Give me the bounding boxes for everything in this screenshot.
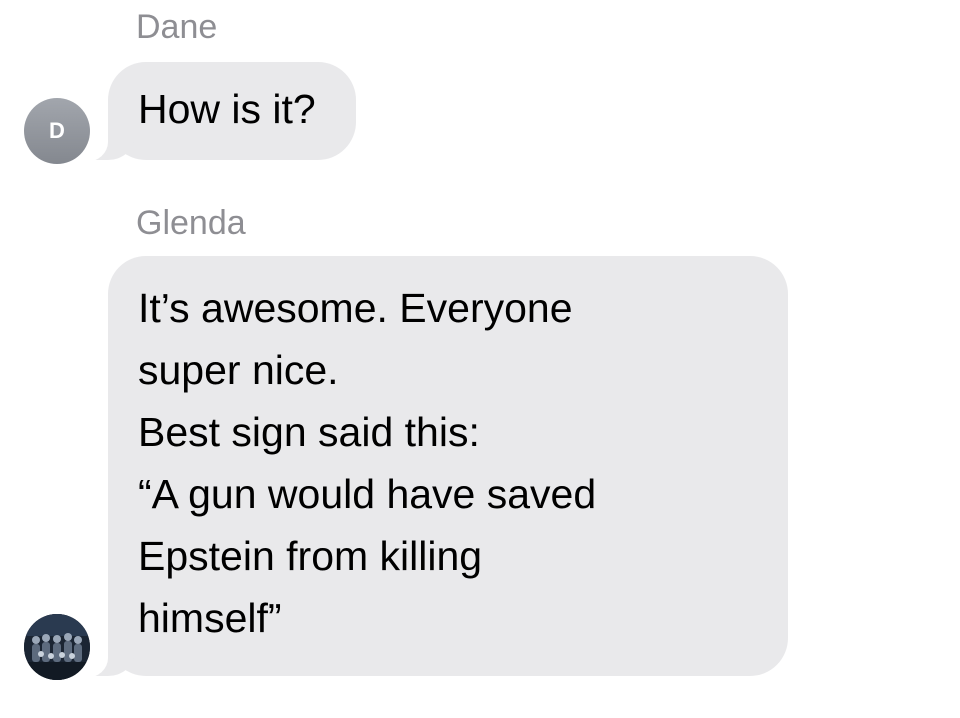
group-photo-icon xyxy=(24,614,90,680)
message-bubble[interactable]: How is it? xyxy=(72,62,356,162)
sender-name: Dane xyxy=(136,8,218,46)
message-text: How is it? xyxy=(138,86,316,132)
message-bubble[interactable]: It’s awesome. Everyone super nice. Best … xyxy=(72,256,788,678)
message-text: It’s awesome. Everyone super nice. Best … xyxy=(138,285,597,641)
message-thread: Dane How is it? D Glenda It’s awesome. E… xyxy=(0,0,960,718)
avatar[interactable]: D xyxy=(24,98,90,164)
avatar[interactable] xyxy=(24,614,90,680)
avatar-initial: D xyxy=(49,118,65,143)
sender-name: Glenda xyxy=(136,204,246,242)
